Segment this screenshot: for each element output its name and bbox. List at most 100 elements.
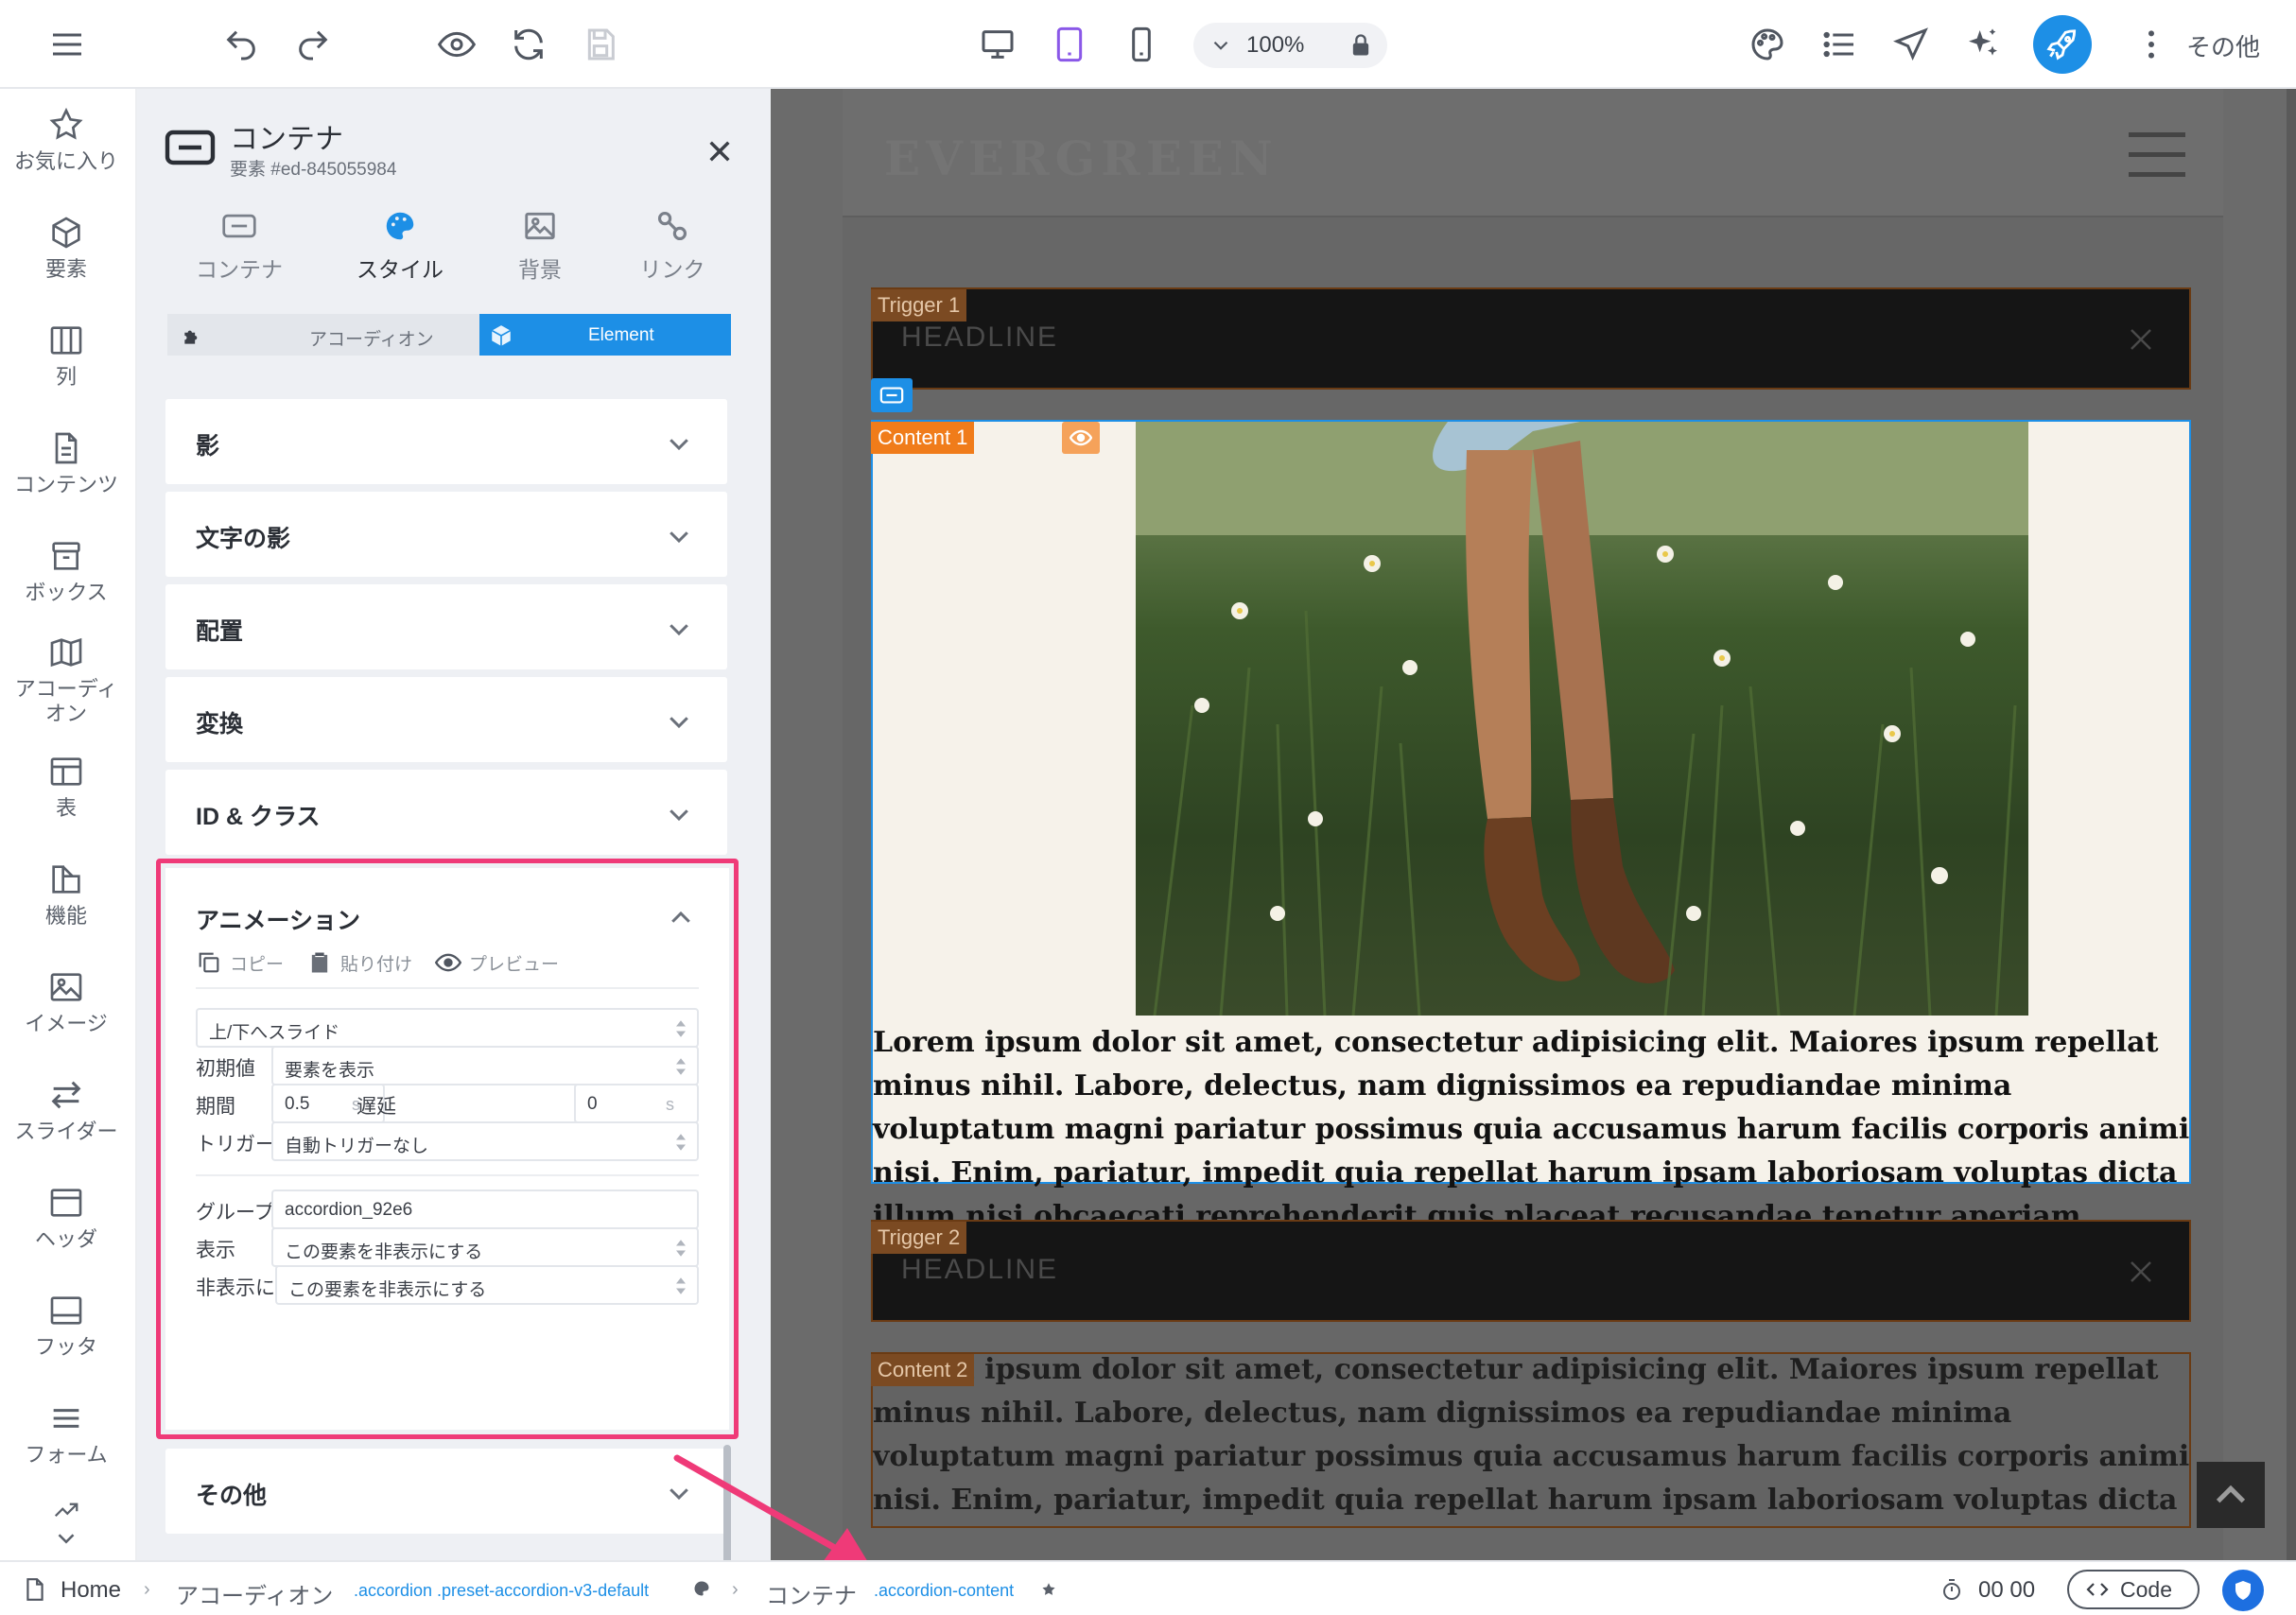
- content-2-paragraph[interactable]: Lorem ipsum dolor sit amet, consectetur …: [873, 1354, 2189, 1526]
- breadcrumb-accordion-class[interactable]: .accordion .preset-accordion-v3-default: [354, 1581, 649, 1601]
- refresh-icon[interactable]: [507, 23, 550, 66]
- rail-item-favorites[interactable]: お気に入り: [0, 106, 132, 174]
- header-layout-icon: [50, 1189, 82, 1217]
- preview-eye-icon[interactable]: [435, 23, 478, 66]
- animation-effect-select[interactable]: 上/下へスライド: [196, 1008, 699, 1048]
- section-text-shadow[interactable]: 文字の影: [165, 492, 727, 577]
- tablet-view-icon[interactable]: [1048, 23, 1091, 66]
- show-select[interactable]: この要素を非表示にする: [271, 1227, 699, 1267]
- hide-select[interactable]: この要素を非表示にする: [275, 1265, 699, 1305]
- save-icon[interactable]: [579, 23, 622, 66]
- trigger-2-tag[interactable]: Trigger 2: [871, 1222, 967, 1254]
- rail-item-image[interactable]: イメージ: [0, 968, 132, 1036]
- section-label: 文字の影: [196, 526, 291, 552]
- rail-item-elements[interactable]: 要素: [0, 214, 132, 282]
- animation-tools: コピー 貼り付け プレビュー: [196, 947, 699, 989]
- hamburger-icon[interactable]: [2129, 132, 2185, 178]
- rail-item-columns[interactable]: 列: [0, 321, 132, 390]
- accordion-trigger-2[interactable]: HEADLINE: [871, 1220, 2191, 1322]
- security-shield-button[interactable]: [2222, 1570, 2264, 1611]
- group-input[interactable]: accordion_92e6: [271, 1190, 699, 1229]
- chevron-down-icon[interactable]: [665, 800, 693, 828]
- close-icon[interactable]: [704, 136, 735, 166]
- delay-input[interactable]: 0 s: [574, 1084, 699, 1123]
- chevron-down-icon[interactable]: [665, 707, 693, 736]
- site-logo[interactable]: EVERGREEN: [884, 130, 1278, 186]
- menu-icon[interactable]: [45, 23, 89, 66]
- ai-sparkle-icon[interactable]: [1961, 23, 2005, 66]
- chevron-up-icon[interactable]: [667, 904, 695, 932]
- initial-select[interactable]: 要素を表示: [271, 1046, 699, 1085]
- visibility-eye-icon[interactable]: [1062, 422, 1100, 454]
- star-icon[interactable]: [1040, 1581, 1057, 1598]
- chevron-down-icon[interactable]: [665, 1479, 693, 1507]
- section-id-class[interactable]: ID & クラス: [165, 770, 727, 855]
- section-alignment[interactable]: 配置: [165, 584, 727, 669]
- close-x-icon[interactable]: [2127, 1258, 2155, 1286]
- section-label: 影: [196, 433, 220, 460]
- mobile-view-icon[interactable]: [1120, 23, 1163, 66]
- breadcrumb-home[interactable]: Home: [61, 1577, 121, 1604]
- chevron-right-icon: ›: [732, 1579, 739, 1600]
- publish-rocket-button[interactable]: [2033, 15, 2092, 74]
- select-arrows-icon: [676, 1134, 686, 1151]
- palette-icon[interactable]: [1746, 23, 1789, 66]
- tab-background[interactable]: 背景: [474, 208, 606, 284]
- close-x-icon[interactable]: [2127, 325, 2155, 354]
- desktop-view-icon[interactable]: [976, 23, 1019, 66]
- rail-item-accordion[interactable]: アコーディオン: [0, 634, 132, 726]
- section-transform[interactable]: 変換: [165, 677, 727, 762]
- rail-item-contents[interactable]: コンテンツ: [0, 429, 132, 497]
- accordion-trigger-1[interactable]: HEADLINE: [871, 287, 2191, 390]
- scope-accordion-button[interactable]: アコーディオン: [167, 314, 479, 356]
- code-button[interactable]: Code: [2067, 1570, 2200, 1609]
- redo-icon[interactable]: [291, 23, 335, 66]
- rail-item-more[interactable]: [0, 1496, 132, 1553]
- container-handle[interactable]: [871, 378, 913, 412]
- table-icon: [50, 757, 82, 786]
- tab-container[interactable]: コンテナ: [173, 208, 305, 284]
- chevron-down-icon[interactable]: [665, 615, 693, 643]
- rail-item-boxes[interactable]: ボックス: [0, 537, 132, 605]
- canvas-scrollbar[interactable]: [2287, 89, 2296, 1560]
- section-other[interactable]: その他: [165, 1449, 727, 1534]
- section-shadow[interactable]: 影: [165, 399, 727, 484]
- breadcrumb-container[interactable]: コンテナ: [766, 1577, 857, 1610]
- scope-element-button[interactable]: Element: [479, 314, 731, 356]
- accordion-content-2[interactable]: Lorem ipsum dolor sit amet, consectetur …: [871, 1352, 2191, 1528]
- preview-button[interactable]: プレビュー: [435, 947, 559, 978]
- more-vertical-icon[interactable]: [2130, 23, 2173, 66]
- animation-title[interactable]: アニメーション: [196, 902, 360, 936]
- panel-header: コンテナ 要素 #ed-845055984: [137, 89, 771, 183]
- chevron-down-icon[interactable]: [665, 429, 693, 458]
- tab-link[interactable]: リンク: [606, 208, 739, 284]
- undo-icon[interactable]: [219, 23, 263, 66]
- rail-item-functions[interactable]: 機能: [0, 860, 132, 929]
- chevron-down-icon[interactable]: [1209, 33, 1233, 58]
- rail-item-footer[interactable]: フッタ: [0, 1292, 132, 1360]
- chevron-down-icon[interactable]: [52, 1524, 80, 1553]
- trigger-select[interactable]: 自動トリガーなし: [271, 1121, 699, 1161]
- paste-button[interactable]: 貼り付け: [306, 947, 412, 978]
- scroll-to-top-button[interactable]: [2197, 1462, 2265, 1528]
- zoom-level[interactable]: 100%: [1246, 32, 1304, 59]
- content-1-paragraph[interactable]: Lorem ipsum dolor sit amet, consectetur …: [873, 1021, 2191, 1239]
- accordion-content-1[interactable]: Lorem ipsum dolor sit amet, consectetur …: [871, 420, 2191, 1233]
- content-2-tag[interactable]: Content 2: [871, 1354, 975, 1386]
- tab-style[interactable]: スタイル: [334, 208, 466, 284]
- rail-item-header[interactable]: ヘッダ: [0, 1184, 132, 1252]
- content-1-tag[interactable]: Content 1: [871, 422, 975, 454]
- zoom-control[interactable]: 100%: [1193, 23, 1387, 68]
- chevron-down-icon[interactable]: [665, 522, 693, 550]
- rail-item-table[interactable]: 表: [0, 753, 132, 821]
- list-icon[interactable]: [1818, 23, 1861, 66]
- trigger-1-tag[interactable]: Trigger 1: [871, 289, 967, 321]
- breadcrumb-container-class[interactable]: .accordion-content: [874, 1581, 1014, 1601]
- more-menu-label[interactable]: その他: [2186, 28, 2260, 63]
- lock-icon[interactable]: [1348, 32, 1374, 59]
- rail-item-slider[interactable]: スライダー: [0, 1076, 132, 1144]
- copy-button[interactable]: コピー: [196, 947, 284, 978]
- breadcrumb-accordion[interactable]: アコーディオン: [176, 1577, 333, 1610]
- rail-item-form[interactable]: フォーム: [0, 1399, 132, 1467]
- navigation-arrow-icon[interactable]: [1889, 23, 1933, 66]
